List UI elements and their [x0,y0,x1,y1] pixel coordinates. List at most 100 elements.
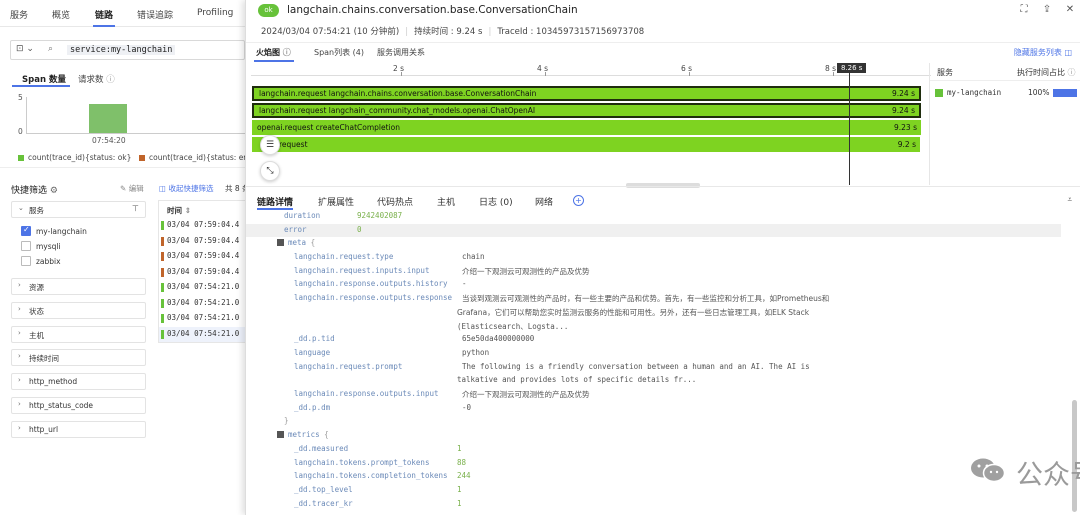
service-row[interactable]: my-langchain 100% [932,87,1080,101]
flame-graph: 2 s 4 s 6 s 8 s langchain.request langchain… [251,63,931,185]
option-label: zabbix [36,257,61,266]
filter-query[interactable]: service:my-langchain [67,45,176,55]
axis-tick-label: 4 s [537,64,549,73]
tab-span-list[interactable]: Span列表 (4) [314,47,364,58]
table-row[interactable]: 03/04 07:54:21.0 [167,313,239,322]
trace-meta: 2024/03/04 07:54:21 (10 分钟前) | 持续时间 : 9.24… [261,27,645,37]
flame-span-bar[interactable]: langchain.request langchain.chains.conve… [252,86,921,101]
table-row[interactable]: 03/04 07:54:21.0 [167,329,239,338]
time-axis: 2 s 4 s 6 s 8 s [251,63,931,76]
checkbox-my-langchain[interactable]: ✓ [21,225,31,236]
filter-bar[interactable]: ⊡ ⌄ ⌕ service:my-langchain [10,40,245,60]
status-marker [161,267,164,277]
tab-code-hotspots[interactable]: 代码热点 [377,195,413,208]
collapse-quick-filter-button[interactable]: ◫ 收起快捷筛选 [159,183,213,194]
legend-ok[interactable]: count(trace_id){status: ok} [18,153,131,162]
trace-detail-drawer: ok langchain.chains.conversation.base.Co… [245,0,1080,515]
chevron-right-icon: › [18,329,21,337]
nav-overview[interactable]: 概览 [52,8,70,21]
tab-logs[interactable]: 日志 (0) [479,195,513,208]
json-row: language python [294,347,490,357]
trace-id[interactable]: TraceId : 10345973157156973708 [497,27,644,37]
tab-active-indicator [12,85,70,87]
tab-span-count[interactable]: Span 数量 [22,73,66,85]
edit-button[interactable]: ✎ 编辑 [120,183,144,194]
nav-traces[interactable]: 链路 [95,8,113,21]
json-metrics-header[interactable]: metrics { [277,430,329,439]
chevron-right-icon: › [18,376,21,384]
tab-extended-attributes[interactable]: 扩展属性 [318,195,354,208]
flame-span-bar[interactable]: openai.request createChatCompletion 9.23 … [252,120,921,135]
status-marker [161,221,164,230]
trace-time: 2024/03/04 07:54:21 (10 分钟前) [261,27,400,37]
cursor-label: 8.26 s [837,63,867,73]
span-name: langchain.request langchain.chains.conve… [259,89,537,98]
nav-services[interactable]: 服务 [10,8,28,21]
column-header-time[interactable]: 时间 ⇕ [167,205,191,216]
collapse-arrows-icon[interactable]: ⤡ [260,161,280,181]
help-icon: ⓘ [1067,68,1076,77]
table-row[interactable]: 03/04 07:54:21.0 [167,282,239,291]
divider [246,186,1080,187]
trace-explorer-page: 服务 概览 链路 错误追踪 Profiling ⊡ ⌄ ⌕ service:my… [0,0,245,515]
table-row[interactable]: 03/04 07:59:04.4 [167,251,239,260]
span-json-viewer: duration 9242402087 error 0 meta { langcha… [246,210,1061,515]
checkbox-zabbix[interactable] [21,256,31,266]
chart-bar[interactable] [89,104,127,133]
table-row[interactable]: 03/04 07:54:21.0 [167,298,239,307]
add-tab-icon[interactable]: + [573,195,584,206]
json-row: _dd.measured 1 [294,444,462,453]
tab-trace-details[interactable]: 链路详情 [257,195,293,208]
tab-request-count[interactable]: 请求数 ⓘ [78,73,115,85]
filter-section-service[interactable]: ⌄ 服务 ⊤ [11,201,146,218]
hide-service-list-button[interactable]: 隐藏服务列表 ◫ [1014,47,1072,58]
collapse-panel-icon[interactable]: ⩡ [1067,195,1072,205]
service-color-swatch [935,89,943,97]
collapse-icon [277,431,284,438]
filter-section-resource[interactable]: › 资源 [11,278,146,295]
y-tick-label: 5 [18,93,23,102]
close-icon[interactable]: ✕ [1063,3,1077,17]
span-duration: 9.23 s [894,123,917,132]
span-name: openai.request createChatCompletion [257,123,400,132]
tab-network[interactable]: 网络 [535,195,553,208]
status-marker [161,298,164,308]
share-icon[interactable]: ⇪ [1040,3,1054,17]
tab-flame-graph[interactable]: 火焰图 ⓘ [256,47,291,58]
filter-section-http-status-code[interactable]: › http_status_code [11,397,146,414]
filter-type-icon[interactable]: ⊡ ⌄ [16,44,34,54]
filter-section-status[interactable]: › 状态 [11,302,146,319]
gear-icon[interactable]: ⚙ [50,186,58,196]
top-nav: 服务 概览 链路 错误追踪 Profiling [0,0,245,27]
json-row: _dd.p.dm -0 [294,402,472,412]
axis-tick-label: 8 s [825,64,837,73]
filter-section-host[interactable]: › 主机 [11,326,146,343]
span-duration: 9.2 s [897,140,916,149]
legend-error[interactable]: count(trace_id){status: erro [139,153,245,162]
fullscreen-icon[interactable]: ⛶ [1017,3,1031,17]
flame-span-bar[interactable]: langchain.request langchain_community.ch… [252,103,921,118]
table-row[interactable]: 03/04 07:59:04.4 [167,236,239,245]
filter-section-duration[interactable]: › 持续时间 [11,349,146,366]
filter-icon[interactable]: ⊤ [132,204,139,213]
list-toggle-icon[interactable]: ☰ [260,135,280,155]
json-row: langchain.request.inputs.input 介绍一下观测云可观测… [294,265,590,276]
status-badge: ok [258,4,279,17]
table-row[interactable]: 03/04 07:59:04.4 [167,267,239,276]
nav-error-tracking[interactable]: 错误追踪 [137,8,173,21]
filter-section-http-method[interactable]: › http_method [11,373,146,390]
time-cursor[interactable] [849,63,850,185]
tab-service-map[interactable]: 服务调用关系 [377,47,425,58]
flame-span-bar[interactable]: request 9.2 s [252,137,920,152]
nav-profiling[interactable]: Profiling [197,8,233,18]
json-row: _dd.tracer_kr 1 [294,498,462,508]
collapse-icon: ◫ [159,184,167,193]
filter-section-http-url[interactable]: › http_url [11,421,146,438]
table-row[interactable]: 03/04 07:59:04.4 [167,220,239,229]
json-meta-header[interactable]: meta { [277,238,315,247]
tab-host[interactable]: 主机 [437,195,455,208]
service-panel: 服务 执行时间占比 ⓘ my-langchain 100% [929,63,1080,185]
chevron-right-icon: › [18,305,21,313]
highlighted-row [246,224,1061,237]
checkbox-mysqli[interactable] [21,241,31,251]
